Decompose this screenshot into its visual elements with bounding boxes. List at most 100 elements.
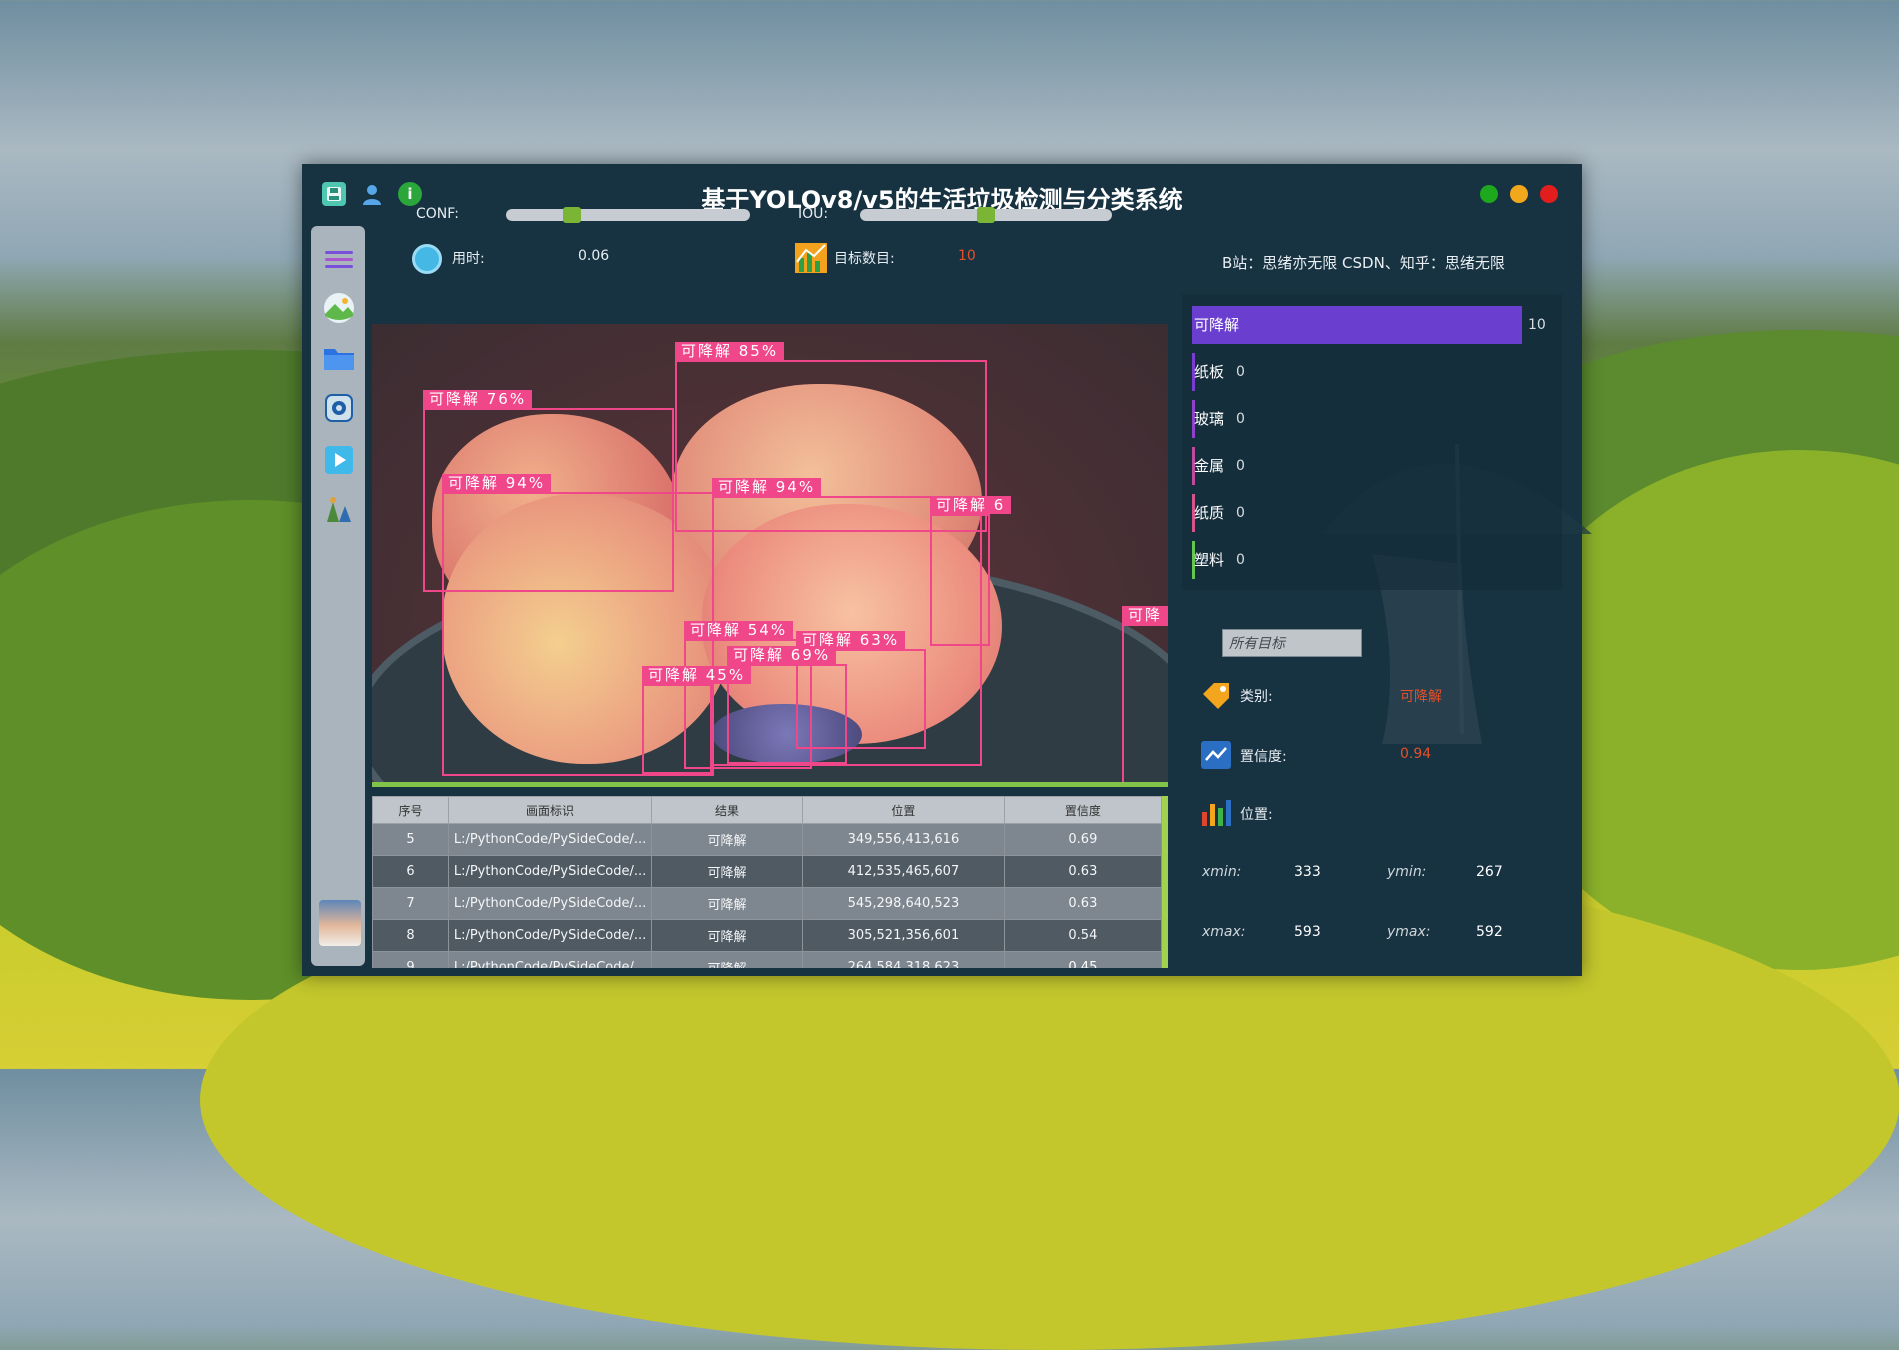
bar [1192, 306, 1522, 344]
cell-result: 可降解 [650, 855, 804, 888]
detection-label: 可降解 54% [684, 621, 794, 639]
confidence-icon [1200, 740, 1231, 770]
bar-row: 可降解 10 [1192, 306, 1562, 344]
bar-category-label: 纸质 [1194, 504, 1225, 522]
window-controls [1480, 185, 1558, 203]
table-header-row: 序号 画面标识 结果 位置 置信度 [372, 796, 1163, 824]
iou-slider-handle[interactable] [977, 207, 995, 223]
col-header-position[interactable]: 位置 [802, 796, 1005, 824]
folder-icon[interactable] [323, 342, 355, 374]
cell-confidence: 0.54 [1003, 919, 1163, 952]
table-row-selected[interactable]: 9 L:/PythonCode/PySideCode/... 可降解 264,5… [372, 951, 1163, 968]
cell-result: 可降解 [650, 887, 804, 920]
col-header-result[interactable]: 结果 [650, 796, 804, 824]
image-icon[interactable] [323, 292, 355, 324]
bar-category-label: 塑料 [1194, 551, 1225, 569]
bar-value-label: 0 [1236, 411, 1245, 427]
progress-bar [372, 782, 1168, 787]
count-value: 10 [958, 248, 976, 264]
cell-position: 545,298,640,523 [802, 887, 1005, 920]
detection-label: 可降解 76% [423, 390, 533, 408]
detection-box[interactable] [1122, 624, 1168, 782]
table-row[interactable]: 7 L:/PythonCode/PySideCode/... 可降解 545,2… [372, 887, 1163, 920]
cell-position: 305,521,356,601 [802, 919, 1005, 952]
class-value: 可降解 [1400, 689, 1442, 705]
class-label: 类别: [1240, 689, 1273, 705]
cell-source: L:/PythonCode/PySideCode/... [448, 919, 652, 952]
cell-position: 264,584,318,623 [802, 951, 1005, 968]
detection-label: 可降解 45% [642, 666, 752, 684]
col-header-source[interactable]: 画面标识 [448, 796, 652, 824]
sidebar [311, 226, 365, 966]
cell-result: 可降解 [650, 951, 804, 968]
bar-row: 玻璃 0 [1192, 400, 1562, 438]
position-icon [1200, 798, 1231, 828]
bar-row: 纸板 0 [1192, 353, 1562, 391]
bar-row: 纸质 0 [1192, 494, 1562, 532]
xmin-label: xmin: [1202, 864, 1242, 880]
model-icon[interactable] [323, 494, 355, 526]
cell-position: 349,556,413,616 [802, 823, 1005, 856]
bar-value-label: 10 [1528, 317, 1546, 333]
menu-icon[interactable] [323, 244, 355, 276]
bar-row: 塑料 0 [1192, 541, 1562, 579]
minimize-button[interactable] [1480, 185, 1498, 203]
col-header-confidence[interactable]: 置信度 [1003, 796, 1163, 824]
bar-category-label: 金属 [1194, 457, 1225, 475]
clock-icon [412, 244, 442, 274]
table-row[interactable]: 8 L:/PythonCode/PySideCode/... 可降解 305,5… [372, 919, 1163, 952]
time-value: 0.06 [578, 248, 610, 264]
detection-image[interactable]: 可降解 85% 可降解 76% 可降解 94% 可降解 94% 可降解 6 可降… [372, 324, 1168, 782]
bar-value-label: 0 [1236, 364, 1245, 380]
bar-value-label: 0 [1236, 552, 1245, 568]
camera-icon[interactable] [323, 392, 355, 424]
maximize-button[interactable] [1510, 185, 1528, 203]
xmin-value: 333 [1294, 864, 1321, 880]
table-scrollbar[interactable] [1162, 796, 1168, 968]
time-label: 用时: [452, 251, 485, 267]
xmax-value: 593 [1294, 924, 1321, 940]
ymax-label: ymax: [1387, 924, 1431, 940]
video-icon[interactable] [323, 444, 355, 476]
credit-text: B站：思绪亦无限 CSDN、知乎：思绪无限 [1222, 254, 1505, 272]
col-header-index[interactable]: 序号 [372, 796, 450, 824]
cell-index: 6 [372, 855, 450, 888]
bar-value-label: 0 [1236, 505, 1245, 521]
avatar[interactable] [319, 900, 361, 946]
ymin-label: ymin: [1387, 864, 1427, 880]
detection-box[interactable] [930, 514, 990, 646]
cell-confidence: 0.69 [1003, 823, 1163, 856]
cell-index: 8 [372, 919, 450, 952]
count-label: 目标数目: [834, 251, 895, 267]
cell-source: L:/PythonCode/PySideCode/... [448, 951, 652, 968]
bar-category-label: 纸板 [1194, 363, 1225, 381]
detection-label: 可降解 94% [442, 474, 552, 492]
target-select[interactable]: 所有目标 [1222, 629, 1362, 657]
iou-label: IOU: [798, 206, 829, 222]
cell-result: 可降解 [650, 823, 804, 856]
iou-slider[interactable] [860, 207, 1112, 223]
cell-source: L:/PythonCode/PySideCode/... [448, 887, 652, 920]
position-label: 位置: [1240, 807, 1273, 823]
detection-label: 可降解 6 [930, 496, 1012, 514]
cell-position: 412,535,465,607 [802, 855, 1005, 888]
cell-index: 7 [372, 887, 450, 920]
app-window: i 基于YOLOv8/v5的生活垃圾检测与分类系统 CONF: IOU: 用时:… [302, 164, 1592, 976]
table-row[interactable]: 6 L:/PythonCode/PySideCode/... 可降解 412,5… [372, 855, 1163, 888]
bar-row: 金属 0 [1192, 447, 1562, 485]
conf-slider[interactable] [506, 207, 750, 223]
conf-slider-handle[interactable] [562, 207, 581, 223]
cell-source: L:/PythonCode/PySideCode/... [448, 855, 652, 888]
bar-category-label: 玻璃 [1194, 410, 1225, 428]
results-table[interactable]: 序号 画面标识 结果 位置 置信度 5 L:/PythonCode/PySide… [372, 796, 1168, 968]
detection-box[interactable] [642, 684, 712, 774]
table-row[interactable]: 5 L:/PythonCode/PySideCode/... 可降解 349,5… [372, 823, 1163, 856]
bar-category-label: 可降解 [1194, 316, 1240, 334]
close-button[interactable] [1540, 185, 1558, 203]
confidence-value: 0.94 [1400, 746, 1432, 762]
cell-confidence: 0.45 [1003, 951, 1163, 968]
detection-label: 可降解 85% [675, 342, 785, 360]
detection-label: 可降解 94% [712, 478, 822, 496]
tag-icon [1200, 680, 1230, 710]
conf-label: CONF: [416, 206, 459, 222]
